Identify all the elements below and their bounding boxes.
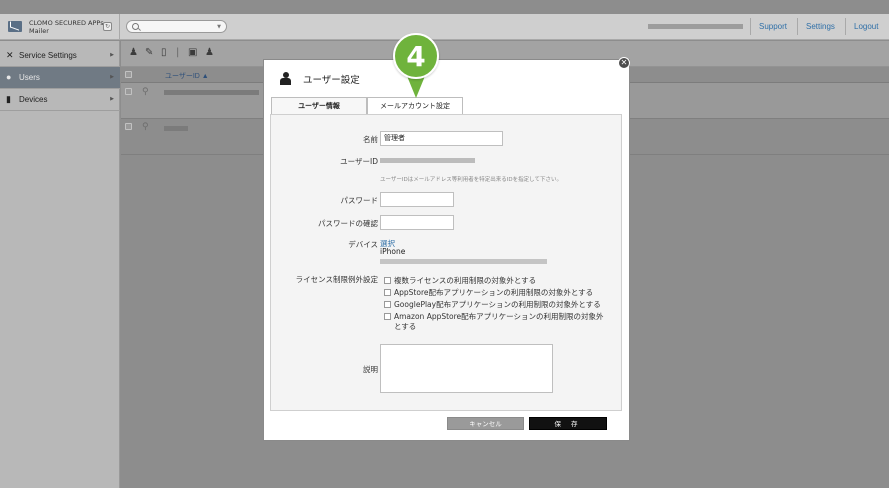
chevron-right-icon: ▶ bbox=[110, 74, 114, 80]
sidebar-item-label: Devices bbox=[19, 95, 48, 104]
user-settings-dialog: ユーザー設定 ユーザー情報 メールアカウント設定 名前 管理者 ユーザーID ユ… bbox=[263, 59, 630, 441]
export-user-icon[interactable]: ♟ bbox=[205, 48, 214, 58]
userid-hint: ユーザーIDはメールアドレス等利用者を特定出来るIDを指定して下さい。 bbox=[380, 177, 562, 183]
license-exception-label: ライセンス制限例外設定 bbox=[295, 275, 378, 284]
divider bbox=[797, 18, 798, 35]
import-icon[interactable]: ▣ bbox=[188, 48, 197, 58]
dialog-title: ユーザー設定 bbox=[303, 75, 360, 86]
divider bbox=[845, 18, 846, 35]
user-account-name bbox=[648, 24, 743, 29]
license-option-amazon[interactable]: Amazon AppStore配布アプリケーションの利用制限の対象外とする bbox=[384, 312, 604, 332]
user-id-value bbox=[164, 90, 259, 95]
checkbox[interactable] bbox=[384, 313, 391, 320]
app-brand: CLOMO SECURED APPs Mailer ↻ bbox=[0, 14, 120, 40]
sidebar-item-users[interactable]: ● Users ▶ bbox=[0, 67, 120, 89]
user-icon bbox=[280, 72, 291, 85]
settings-link[interactable]: Settings bbox=[806, 22, 835, 31]
row-checkbox[interactable] bbox=[125, 88, 132, 95]
tools-icon: ✕ bbox=[6, 50, 14, 60]
description-label: 説明 bbox=[363, 365, 378, 374]
option-label: GooglePlay配布アプリケーションの利用制限の対象外とする bbox=[394, 300, 601, 309]
device-label: デバイス bbox=[348, 240, 378, 249]
device-identifier bbox=[380, 259, 547, 264]
row-checkbox[interactable] bbox=[125, 123, 132, 130]
mail-icon bbox=[8, 21, 22, 32]
sidebar-item-label: Service Settings bbox=[19, 51, 77, 60]
chevron-right-icon: ▶ bbox=[110, 96, 114, 102]
divider bbox=[750, 18, 751, 35]
device-icon: ▮ bbox=[6, 94, 11, 104]
license-option-multi[interactable]: 複数ライセンスの利用制限の対象外とする bbox=[384, 276, 604, 286]
description-textarea[interactable] bbox=[380, 344, 553, 393]
select-all-checkbox[interactable] bbox=[125, 71, 132, 78]
edit-icon[interactable]: ✎ bbox=[145, 48, 153, 58]
user-info-panel: 名前 管理者 ユーザーID ユーザーIDはメールアドレス等利用者を特定出来るID… bbox=[270, 114, 622, 411]
delete-icon[interactable]: ▯ bbox=[161, 48, 167, 58]
step-number: 4 bbox=[406, 40, 426, 73]
name-input[interactable]: 管理者 bbox=[380, 131, 503, 146]
option-label: 複数ライセンスの利用制限の対象外とする bbox=[394, 276, 537, 285]
chevron-down-icon[interactable]: ▼ bbox=[217, 24, 221, 30]
chevron-right-icon: ▶ bbox=[110, 52, 114, 58]
sidebar-item-devices[interactable]: ▮ Devices ▶ bbox=[0, 89, 120, 111]
column-header-userid[interactable]: ユーザーID ▲ bbox=[165, 71, 209, 81]
bottom-strip bbox=[0, 488, 889, 500]
search-input[interactable]: ▼ bbox=[126, 20, 227, 33]
tab-user-info[interactable]: ユーザー情報 bbox=[271, 97, 367, 115]
sidebar-item-service-settings[interactable]: ✕ Service Settings ▶ bbox=[0, 45, 120, 67]
divider: | bbox=[176, 47, 180, 58]
userid-label: ユーザーID bbox=[340, 157, 378, 166]
checkbox[interactable] bbox=[384, 289, 391, 296]
device-name: iPhone bbox=[380, 247, 406, 256]
add-user-icon[interactable]: ♟ bbox=[129, 48, 138, 58]
userid-value bbox=[380, 158, 475, 163]
user-icon: ● bbox=[6, 72, 12, 82]
user-id-value bbox=[164, 126, 188, 131]
password-input[interactable] bbox=[380, 192, 454, 207]
logout-link[interactable]: Logout bbox=[854, 22, 878, 31]
cancel-button[interactable]: キャンセル bbox=[447, 417, 524, 430]
save-button[interactable]: 保 存 bbox=[529, 417, 607, 430]
checkbox[interactable] bbox=[384, 277, 391, 284]
link-icon: ⚲ bbox=[142, 122, 149, 132]
refresh-icon[interactable]: ↻ bbox=[103, 22, 112, 31]
sidebar-item-label: Users bbox=[19, 73, 40, 82]
link-icon: ⚲ bbox=[142, 87, 149, 97]
password-label: パスワード bbox=[340, 196, 379, 205]
support-link[interactable]: Support bbox=[759, 22, 787, 31]
app-name: CLOMO SECURED APPs Mailer bbox=[29, 19, 104, 35]
password-confirm-label: パスワードの確認 bbox=[318, 219, 378, 228]
option-label: Amazon AppStore配布アプリケーションの利用制限の対象外とする bbox=[394, 312, 604, 331]
checkbox[interactable] bbox=[384, 301, 391, 308]
name-label: 名前 bbox=[363, 135, 378, 144]
sidebar: ✕ Service Settings ▶ ● Users ▶ ▮ Devices… bbox=[0, 41, 120, 488]
tab-mail-account[interactable]: メールアカウント設定 bbox=[367, 97, 463, 114]
close-icon[interactable]: ✕ bbox=[618, 57, 630, 69]
option-label: AppStore配布アプリケーションの利用制限の対象外とする bbox=[394, 288, 594, 297]
password-confirm-input[interactable] bbox=[380, 215, 454, 230]
callout-pointer bbox=[407, 76, 425, 98]
license-option-appstore[interactable]: AppStore配布アプリケーションの利用制限の対象外とする bbox=[384, 288, 604, 298]
license-option-googleplay[interactable]: GooglePlay配布アプリケーションの利用制限の対象外とする bbox=[384, 300, 609, 310]
top-bar: CLOMO SECURED APPs Mailer ↻ ▼ Support Se… bbox=[0, 14, 889, 40]
search-icon bbox=[132, 23, 139, 30]
step-callout: 4 bbox=[393, 33, 439, 79]
